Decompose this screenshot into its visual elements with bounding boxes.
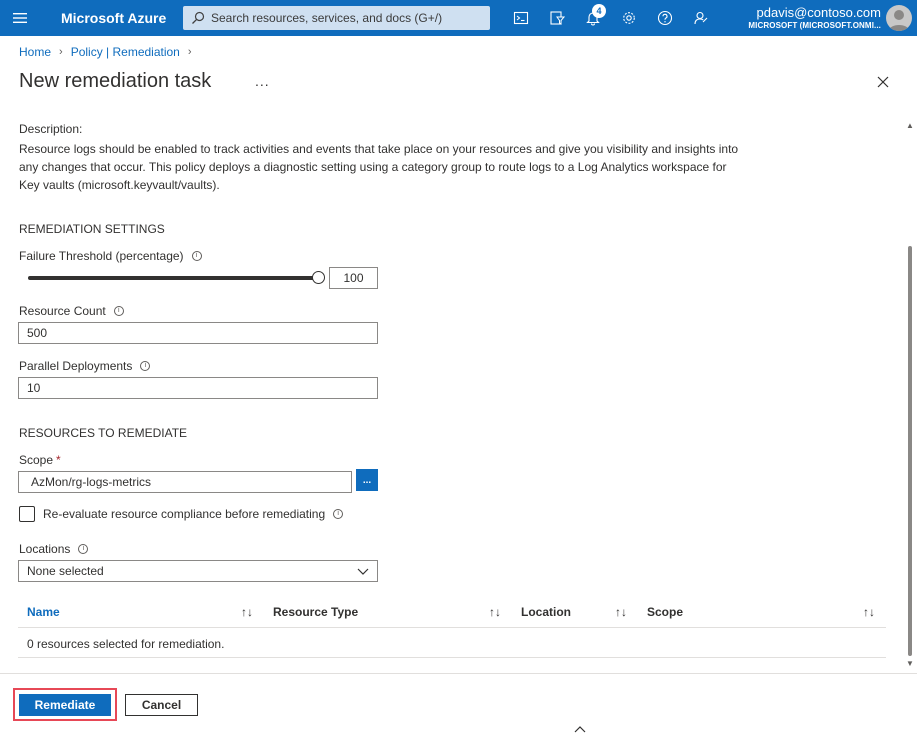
sort-icon[interactable]: ↑↓ [615, 605, 627, 619]
failure-threshold-slider-thumb[interactable] [312, 271, 325, 284]
table-row: 0 resources selected for remediation. [18, 628, 886, 658]
required-marker: * [56, 453, 61, 467]
reevaluate-checkbox[interactable] [19, 506, 35, 522]
failure-threshold-label-text: Failure Threshold (percentage) [19, 249, 184, 263]
sort-icon[interactable]: ↑↓ [863, 605, 875, 619]
column-header-name[interactable]: Name [27, 605, 60, 619]
portal-brand[interactable]: Microsoft Azure [61, 10, 166, 26]
close-icon[interactable] [876, 75, 890, 89]
notification-badge: 4 [592, 4, 606, 18]
breadcrumb-home[interactable]: Home [19, 45, 51, 59]
resources-to-remediate-heading: RESOURCES TO REMEDIATE [19, 426, 188, 440]
blade-content: Description: Resource logs should be ena… [0, 113, 903, 673]
info-icon[interactable]: i [140, 361, 151, 371]
scroll-down-icon[interactable]: ▼ [906, 659, 914, 668]
info-icon[interactable]: i [113, 306, 124, 316]
more-options-icon[interactable]: ... [255, 73, 270, 89]
column-header-location[interactable]: Location [521, 605, 571, 619]
hamburger-icon[interactable] [12, 10, 28, 26]
chevron-down-icon [357, 568, 369, 575]
resource-count-label-text: Resource Count [19, 304, 106, 318]
search-icon [192, 11, 205, 24]
locations-selected-value: None selected [27, 564, 104, 578]
remediation-settings-heading: REMEDIATION SETTINGS [19, 222, 165, 236]
scrollbar-thumb[interactable] [908, 246, 912, 656]
chevron-right-icon: › [187, 46, 192, 58]
cancel-button[interactable]: Cancel [125, 694, 198, 716]
action-footer: Remediate Cancel [0, 673, 917, 733]
info-icon[interactable]: i [78, 544, 89, 554]
directory-filter-icon[interactable] [548, 9, 566, 27]
search-input[interactable] [211, 11, 481, 25]
chevron-right-icon: › [59, 46, 63, 58]
empty-table-message: 0 resources selected for remediation. [27, 637, 225, 651]
sort-icon[interactable]: ↑↓ [241, 605, 253, 619]
top-navigation-bar: Microsoft Azure 4 pdavis@contoso.com MIC… [0, 0, 917, 36]
page-title: New remediation task [19, 70, 212, 92]
breadcrumb: Home › Policy | Remediation › [19, 45, 200, 59]
table-header: Name ↑↓ Resource Type ↑↓ Location ↑↓ Sco… [18, 595, 886, 628]
settings-icon[interactable] [620, 9, 638, 27]
cloud-shell-icon[interactable] [512, 9, 530, 27]
scope-label: Scope * [19, 453, 61, 467]
help-icon[interactable] [656, 9, 674, 27]
breadcrumb-policy-remediation[interactable]: Policy | Remediation [71, 45, 180, 59]
account-info[interactable]: pdavis@contoso.com MICROSOFT (MICROSOFT.… [748, 5, 881, 32]
description-text: Resource logs should be enabled to track… [19, 142, 739, 192]
description-label: Description: [19, 122, 83, 136]
scope-label-text: Scope [19, 453, 54, 467]
scope-input[interactable] [18, 471, 352, 493]
reevaluate-label: Re-evaluate resource compliance before r… [43, 507, 344, 521]
failure-threshold-label: Failure Threshold (percentage) i [19, 249, 202, 263]
account-user: pdavis@contoso.com [756, 5, 881, 20]
global-search[interactable] [183, 6, 490, 30]
locations-dropdown[interactable]: None selected [18, 560, 378, 582]
parallel-deployments-label: Parallel Deployments i [19, 359, 151, 373]
locations-label-text: Locations [19, 542, 71, 556]
parallel-deployments-label-text: Parallel Deployments [19, 359, 133, 373]
vertical-scrollbar[interactable]: ▲ ▼ [903, 113, 917, 673]
failure-threshold-input[interactable] [329, 267, 378, 289]
chevron-up-icon[interactable] [574, 725, 586, 733]
account-tenant: MICROSOFT (MICROSOFT.ONMI... [748, 21, 881, 30]
column-header-resource-type[interactable]: Resource Type [273, 605, 358, 619]
info-icon[interactable]: i [333, 509, 344, 519]
resource-count-label: Resource Count i [19, 304, 124, 318]
avatar[interactable] [886, 5, 912, 31]
sort-icon[interactable]: ↑↓ [489, 605, 501, 619]
feedback-icon[interactable] [692, 9, 710, 27]
info-icon[interactable]: i [191, 251, 202, 261]
remediate-button[interactable]: Remediate [19, 694, 111, 716]
reevaluate-label-text: Re-evaluate resource compliance before r… [43, 507, 326, 521]
scroll-up-icon[interactable]: ▲ [906, 121, 914, 130]
failure-threshold-slider-track[interactable] [28, 276, 318, 280]
resources-table: Name ↑↓ Resource Type ↑↓ Location ↑↓ Sco… [18, 595, 886, 658]
locations-label: Locations i [19, 542, 89, 556]
scope-picker-button[interactable]: ... [356, 469, 378, 491]
column-header-scope[interactable]: Scope [647, 605, 683, 619]
resource-count-input[interactable] [18, 322, 378, 344]
parallel-deployments-input[interactable] [18, 377, 378, 399]
